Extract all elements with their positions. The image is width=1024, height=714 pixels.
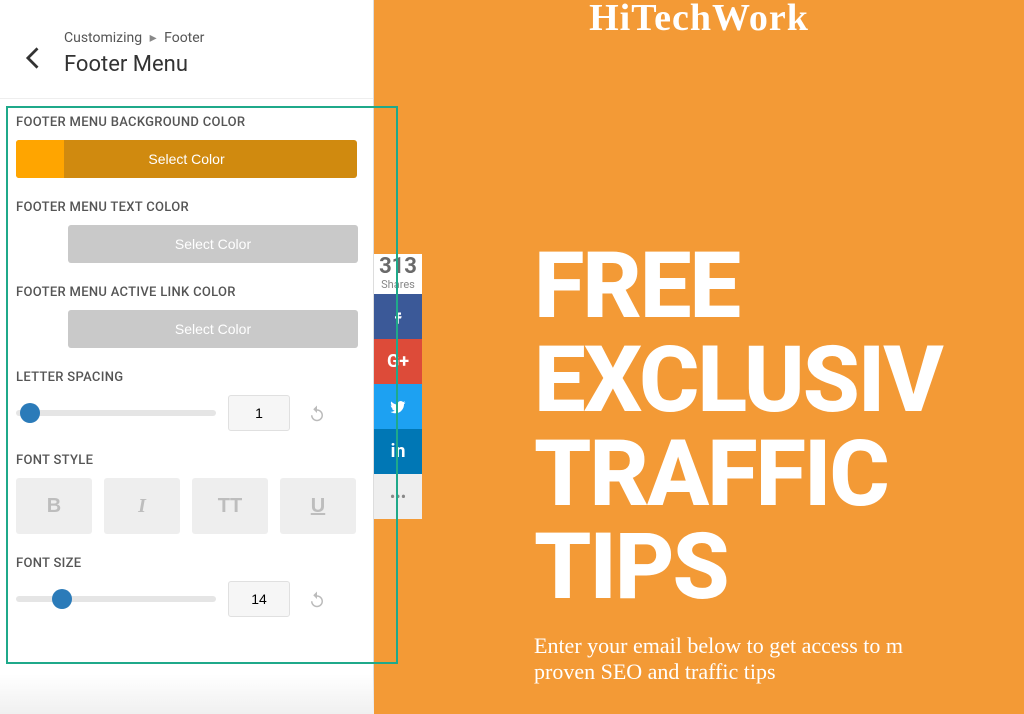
active-link-color-select-button[interactable]: Select Color	[68, 310, 358, 348]
text-color-group: FOOTER MENU TEXT COLOR Select Color	[16, 200, 357, 263]
font-size-label: FONT SIZE	[16, 556, 357, 571]
italic-glyph: I	[138, 495, 146, 518]
font-style-label: FONT STYLE	[16, 453, 357, 468]
active-link-button-text: Select Color	[175, 321, 251, 337]
twitter-icon	[389, 398, 407, 416]
controls-panel: FOOTER MENU BACKGROUND COLOR Select Colo…	[0, 99, 373, 655]
facebook-icon	[389, 308, 407, 326]
headline-line-2: EXCLUSIV	[534, 334, 1024, 428]
subtext-line-2: proven SEO and traffic tips	[534, 659, 776, 684]
linkedin-icon: in	[391, 441, 406, 462]
share-label: Shares	[374, 278, 422, 294]
preview-pane: HiTechWork FREE EXCLUSIV TRAFFIC TIPS En…	[374, 0, 1024, 714]
font-size-reset[interactable]	[302, 584, 332, 614]
font-size-group: FONT SIZE	[16, 556, 357, 617]
font-style-group: FONT STYLE B I TT U	[16, 453, 357, 534]
letter-spacing-row	[16, 395, 357, 431]
breadcrumb: Customizing ▸ Footer	[64, 30, 361, 46]
headline-line-1: FREE	[534, 240, 1024, 334]
sidebar-header: Customizing ▸ Footer Footer Menu	[0, 0, 373, 99]
letter-spacing-input[interactable]	[228, 395, 290, 431]
hero-headline: FREE EXCLUSIV TRAFFIC TIPS	[534, 240, 1024, 615]
font-style-row: B I TT U	[16, 478, 357, 534]
letter-spacing-label: LETTER SPACING	[16, 370, 357, 385]
more-icon: •••	[390, 487, 406, 506]
breadcrumb-leaf: Footer	[164, 30, 204, 46]
bg-color-button-text: Select Color	[148, 151, 224, 167]
header-text: Customizing ▸ Footer Footer Menu	[64, 30, 361, 77]
bg-color-group: FOOTER MENU BACKGROUND COLOR Select Colo…	[16, 115, 357, 178]
bg-color-label: FOOTER MENU BACKGROUND COLOR	[16, 115, 357, 130]
back-button[interactable]	[12, 38, 52, 78]
transform-glyph: TT	[218, 495, 242, 518]
text-color-label: FOOTER MENU TEXT COLOR	[16, 200, 357, 215]
letter-spacing-slider[interactable]	[16, 410, 216, 416]
undo-icon	[308, 590, 326, 608]
bg-color-select-button[interactable]: Select Color	[16, 140, 357, 178]
bold-button[interactable]: B	[16, 478, 92, 534]
googleplus-share[interactable]: G+	[374, 339, 422, 384]
underline-button[interactable]: U	[280, 478, 356, 534]
linkedin-share[interactable]: in	[374, 429, 422, 474]
active-link-color-label: FOOTER MENU ACTIVE LINK COLOR	[16, 285, 357, 300]
letter-spacing-reset[interactable]	[302, 398, 332, 428]
active-link-color-group: FOOTER MENU ACTIVE LINK COLOR Select Col…	[16, 285, 357, 348]
twitter-share[interactable]	[374, 384, 422, 429]
text-color-button-text: Select Color	[175, 236, 251, 252]
hero-subtext: Enter your email below to get access to …	[534, 633, 1024, 685]
bold-glyph: B	[47, 495, 61, 518]
facebook-share[interactable]	[374, 294, 422, 339]
italic-button[interactable]: I	[104, 478, 180, 534]
share-count: 313	[374, 254, 422, 278]
font-size-input[interactable]	[228, 581, 290, 617]
font-size-row	[16, 581, 357, 617]
share-bar: 313 Shares G+ in •••	[374, 254, 422, 519]
letter-spacing-thumb[interactable]	[20, 403, 40, 423]
panel-title: Footer Menu	[64, 52, 361, 77]
subtext-line-1: Enter your email below to get access to …	[534, 633, 903, 658]
undo-icon	[308, 404, 326, 422]
headline-line-3: TRAFFIC	[534, 428, 1024, 522]
chevron-left-icon	[25, 47, 39, 69]
headline-line-4: TIPS	[534, 521, 1024, 615]
site-logo: HiTechWork	[374, 0, 1024, 40]
googleplus-icon: G+	[387, 351, 409, 372]
font-size-thumb[interactable]	[52, 589, 72, 609]
more-share[interactable]: •••	[374, 474, 422, 519]
text-color-select-button[interactable]: Select Color	[68, 225, 358, 263]
customizer-sidebar: Customizing ▸ Footer Footer Menu FOOTER …	[0, 0, 374, 714]
font-size-slider[interactable]	[16, 596, 216, 602]
underline-glyph: U	[311, 495, 325, 518]
breadcrumb-separator: ▸	[150, 30, 157, 46]
text-transform-button[interactable]: TT	[192, 478, 268, 534]
letter-spacing-group: LETTER SPACING	[16, 370, 357, 431]
breadcrumb-root: Customizing	[64, 30, 142, 46]
